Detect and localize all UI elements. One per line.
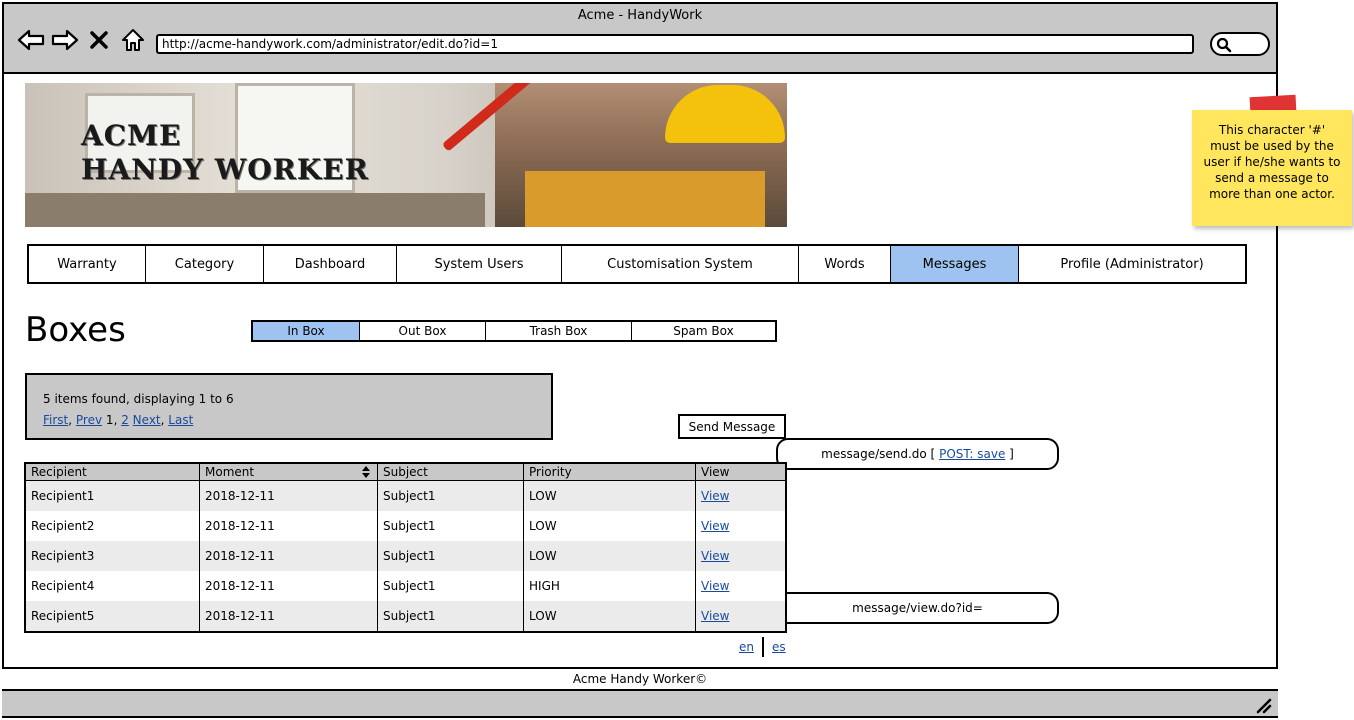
pagination-panel: 5 items found, displaying 1 to 6 First, … [25,373,553,440]
cell-view: View [696,601,785,631]
messages-table: Recipient Moment Subject Priority View R… [24,462,787,633]
browser-statusbar [2,691,1278,718]
nav-system-users[interactable]: System Users [397,246,562,282]
table-row: Recipient4 2018-12-11 Subject1 HIGH View [26,571,785,601]
nav-warranty[interactable]: Warranty [29,246,146,282]
pager-first-link[interactable]: First [43,413,68,427]
cell-subject: Subject1 [378,511,524,541]
main-nav: Warranty Category Dashboard System Users… [27,244,1247,284]
view-callout: message/view.do?id= [776,592,1059,624]
col-header-moment[interactable]: Moment [200,464,378,480]
tab-spam-box[interactable]: Spam Box [632,322,775,340]
col-header-moment-label: Moment [205,465,255,479]
view-link[interactable]: View [701,519,729,533]
table-header-row: Recipient Moment Subject Priority View [26,464,785,481]
pager-last-link[interactable]: Last [168,413,193,427]
cell-moment: 2018-12-11 [200,481,378,511]
table-row: Recipient1 2018-12-11 Subject1 LOW View [26,481,785,511]
cell-moment: 2018-12-11 [200,511,378,541]
box-tabs: In Box Out Box Trash Box Spam Box [251,320,777,342]
nav-category[interactable]: Category [146,246,264,282]
url-input[interactable]: http://acme-handywork.com/administrator/… [156,34,1194,54]
send-callout-link[interactable]: POST: save [939,447,1005,461]
cell-priority: HIGH [524,571,696,601]
window-title: Acme - HandyWork [577,8,703,23]
pager-prev-link[interactable]: Prev [76,413,102,427]
stop-x-icon[interactable] [84,26,114,54]
col-header-subject[interactable]: Subject [378,464,524,480]
cell-priority: LOW [524,511,696,541]
send-callout: message/send.do [ POST: save ] [776,438,1059,470]
cell-moment: 2018-12-11 [200,541,378,571]
lang-es-link[interactable]: es [772,640,786,654]
browser-titlebar: Acme - HandyWork http://acme-handywork.c… [4,4,1276,74]
tab-in-box[interactable]: In Box [253,322,360,340]
language-switcher: en es [739,637,786,657]
view-link[interactable]: View [701,579,729,593]
sort-icon[interactable] [361,466,371,478]
lang-divider [762,637,764,657]
cell-recipient: Recipient5 [26,601,200,631]
cell-view: View [696,511,785,541]
col-header-recipient[interactable]: Recipient [26,464,200,480]
back-arrow-icon[interactable] [16,26,46,54]
cell-subject: Subject1 [378,481,524,511]
cell-recipient: Recipient1 [26,481,200,511]
cell-view: View [696,541,785,571]
cell-recipient: Recipient2 [26,511,200,541]
nav-words[interactable]: Words [799,246,891,282]
cell-recipient: Recipient4 [26,571,200,601]
cell-view: View [696,481,785,511]
view-link[interactable]: View [701,549,729,563]
sticky-note: This character '#' must be used by the u… [1192,110,1352,226]
home-icon[interactable] [118,26,148,54]
cell-view: View [696,571,785,601]
resize-grip-icon[interactable] [1254,696,1272,714]
table-row: Recipient2 2018-12-11 Subject1 LOW View [26,511,785,541]
cell-subject: Subject1 [378,571,524,601]
page-title: Boxes [25,310,126,350]
pagination-links: First, Prev 1, 2 Next, Last [43,413,194,427]
pagination-summary: 5 items found, displaying 1 to 6 [43,392,234,406]
pager-page-2-link[interactable]: 2 [121,413,129,427]
tab-out-box[interactable]: Out Box [360,322,486,340]
lang-en-link[interactable]: en [739,640,754,654]
browser-search-input[interactable] [1210,32,1270,56]
nav-dashboard[interactable]: Dashboard [264,246,397,282]
cell-priority: LOW [524,541,696,571]
forward-arrow-icon[interactable] [50,26,80,54]
header-banner-image: ACME HANDY WORKER [25,83,787,227]
cell-moment: 2018-12-11 [200,601,378,631]
send-message-button[interactable]: Send Message [678,414,786,439]
banner-logo-text: ACME HANDY WORKER [81,119,369,187]
nav-customisation-system[interactable]: Customisation System [562,246,799,282]
tab-trash-box[interactable]: Trash Box [486,322,632,340]
search-icon [1216,37,1232,53]
cell-subject: Subject1 [378,541,524,571]
table-row: Recipient5 2018-12-11 Subject1 LOW View [26,601,785,631]
cell-recipient: Recipient3 [26,541,200,571]
nav-profile-administrator[interactable]: Profile (Administrator) [1019,246,1245,282]
cell-moment: 2018-12-11 [200,571,378,601]
browser-nav-buttons [16,26,148,54]
send-callout-suffix: ] [1009,447,1014,461]
pager-current-page: 1 [105,413,114,427]
cell-priority: LOW [524,481,696,511]
table-row: Recipient3 2018-12-11 Subject1 LOW View [26,541,785,571]
banner-line-2: HANDY WORKER [81,153,369,186]
col-header-view[interactable]: View [696,464,785,480]
view-link[interactable]: View [701,489,729,503]
page-footer: Acme Handy Worker© [2,667,1278,691]
pager-next-link[interactable]: Next [133,413,161,427]
col-header-priority[interactable]: Priority [524,464,696,480]
banner-line-1: ACME [81,119,182,152]
cell-subject: Subject1 [378,601,524,631]
send-callout-prefix: message/send.do [ [821,447,936,461]
nav-messages[interactable]: Messages [891,246,1019,282]
cell-priority: LOW [524,601,696,631]
view-link[interactable]: View [701,609,729,623]
